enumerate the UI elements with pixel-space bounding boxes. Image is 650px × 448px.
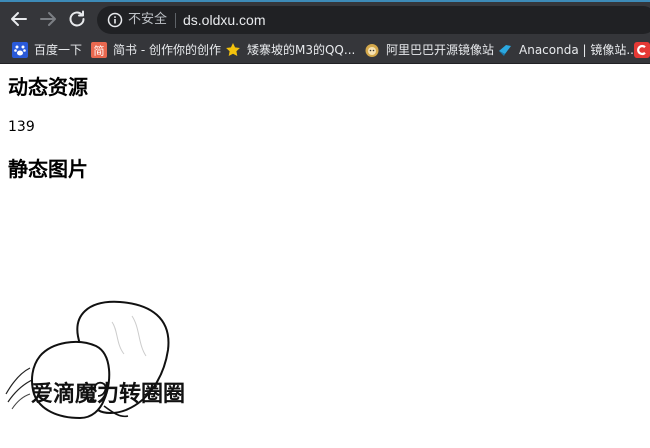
alibaba-mirror-icon <box>364 42 380 58</box>
address-bar[interactable]: 不安全 ds.oldxu.com <box>97 6 650 34</box>
back-icon[interactable] <box>7 7 31 31</box>
svg-text:简: 简 <box>94 44 105 58</box>
forward-icon[interactable] <box>36 7 60 31</box>
browser-toolbar: 不安全 ds.oldxu.com <box>0 0 650 36</box>
security-label[interactable]: 不安全 <box>128 12 167 28</box>
omnibox-divider <box>175 13 176 28</box>
bookmark-label: 百度一下 <box>34 43 83 57</box>
dynamic-resource-heading: 动态资源 <box>8 75 88 99</box>
reload-icon[interactable] <box>65 7 89 31</box>
dynamic-resource-value: 139 <box>8 119 35 135</box>
static-image-heading: 静态图片 <box>8 157 88 181</box>
url-text[interactable]: ds.oldxu.com <box>183 11 265 29</box>
baidu-paw-icon <box>12 42 28 58</box>
bookmark-label: 简书 - 创作你的创作 <box>113 43 221 57</box>
page-content: 动态资源 139 静态图片 爱滴魔力转圈圈 <box>0 64 650 448</box>
bookmark-label: 矮寨坡的M3的QQ... <box>247 43 356 57</box>
image-caption: 爱滴魔力转圈圈 <box>31 382 186 407</box>
csdn-icon <box>634 42 650 58</box>
info-icon[interactable] <box>107 12 123 28</box>
star-icon <box>225 42 241 58</box>
bookmark-label: Anaconda | 镜像站... <box>519 43 638 57</box>
bookmark-label: 阿里巴巴开源镜像站 <box>386 43 495 57</box>
anaconda-icon <box>497 42 513 58</box>
jianshu-icon: 简 <box>91 42 107 58</box>
bookmarks-bar: 百度一下 简 简书 - 创作你的创作 矮寨坡的M3的QQ... 阿里巴巴开源镜像… <box>0 36 650 64</box>
